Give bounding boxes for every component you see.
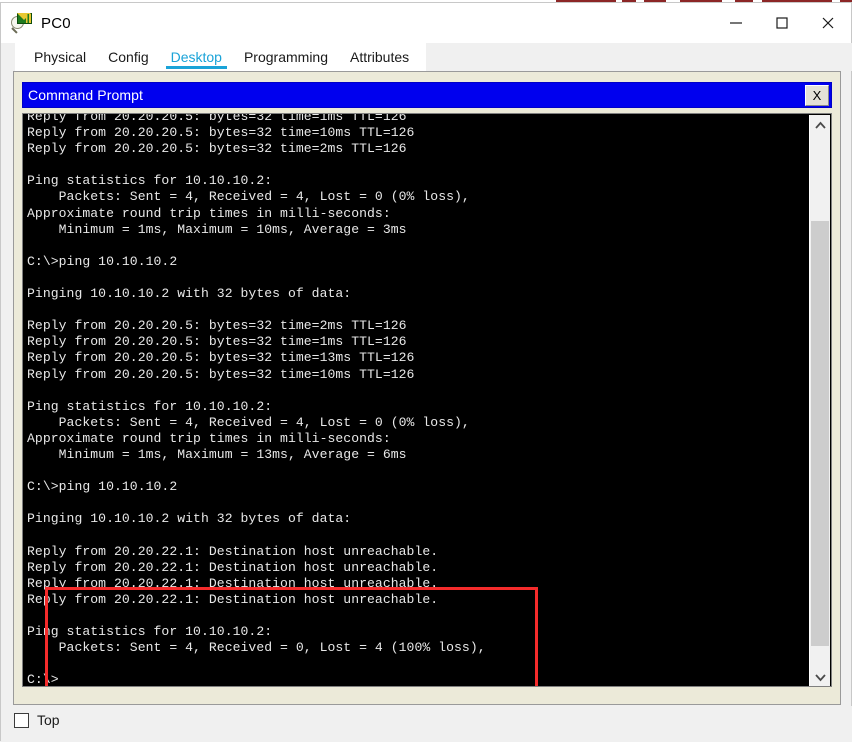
tab-attributes-label: Attributes: [350, 49, 410, 65]
minimize-button[interactable]: [713, 3, 759, 43]
tab-strip: Physical Config Desktop Programming Attr…: [15, 43, 427, 71]
top-checkbox-label: Top: [37, 712, 60, 728]
close-button[interactable]: [805, 3, 851, 43]
terminal-text: Reply from 20.20.20.5: bytes=32 time=1ms…: [27, 113, 486, 687]
bottom-bar: Top: [1, 706, 852, 742]
maximize-button[interactable]: [759, 3, 805, 43]
tab-bar: Physical Config Desktop Programming Attr…: [1, 43, 852, 71]
tab-programming-label: Programming: [243, 49, 328, 65]
scroll-down-arrow-icon[interactable]: [810, 667, 830, 686]
command-prompt-title: Command Prompt: [28, 87, 143, 103]
tab-desktop-label: Desktop: [170, 49, 222, 65]
tab-config[interactable]: Config: [97, 43, 159, 71]
terminal-vertical-scrollbar[interactable]: [809, 115, 830, 686]
window-title: PC0: [41, 14, 71, 32]
tab-physical-label: Physical: [34, 49, 87, 65]
window-controls: [713, 3, 851, 43]
command-prompt-app: Command Prompt X Reply from 20.20.20.5: …: [22, 82, 832, 696]
tab-physical[interactable]: Physical: [23, 43, 97, 71]
window-titlebar: PC0: [1, 3, 851, 43]
tab-config-label: Config: [108, 49, 149, 65]
command-prompt-titlebar: Command Prompt X: [22, 82, 832, 108]
terminal-output-area[interactable]: Reply from 20.20.20.5: bytes=32 time=1ms…: [22, 113, 832, 687]
top-checkbox-row[interactable]: Top: [14, 712, 60, 728]
pc0-window: PC0 Physical Config Desktop Programming …: [0, 2, 852, 742]
scrollbar-thumb[interactable]: [811, 221, 829, 646]
tab-desktop[interactable]: Desktop: [160, 43, 233, 71]
desktop-content-panel: Command Prompt X Reply from 20.20.20.5: …: [13, 71, 841, 705]
tab-programming[interactable]: Programming: [233, 43, 339, 71]
packet-tracer-inspect-icon: [11, 12, 33, 34]
top-checkbox[interactable]: [14, 712, 29, 728]
tab-attributes[interactable]: Attributes: [339, 43, 420, 71]
command-prompt-close-button[interactable]: X: [805, 85, 829, 106]
scroll-up-arrow-icon[interactable]: [810, 115, 830, 135]
